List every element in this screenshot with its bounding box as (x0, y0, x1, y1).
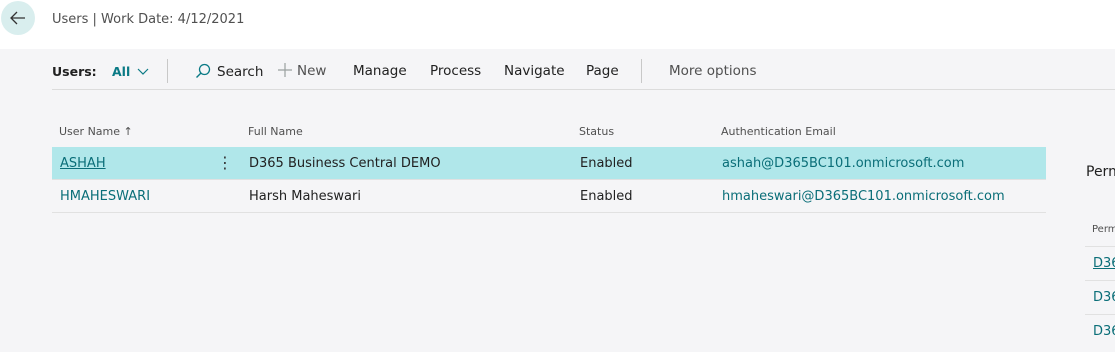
view-filter-dropdown[interactable]: All (112, 64, 149, 79)
user-name-link[interactable]: HMAHESWARI (60, 189, 150, 204)
column-header-full-name[interactable]: Full Name (248, 125, 303, 138)
more-options-button[interactable]: More options (669, 63, 756, 79)
full-name-cell: D365 Business Central DEMO (249, 156, 441, 171)
chevron-down-icon (137, 68, 149, 75)
page-title: Users | Work Date: 4/12/2021 (52, 12, 245, 27)
divider (641, 59, 642, 83)
email-cell[interactable]: hmaheswari@D365BC101.onmicrosoft.com (722, 189, 1005, 204)
users-list: User Name ↑ Full Name Status Authenticat… (52, 118, 1046, 213)
column-header-status[interactable]: Status (579, 125, 614, 138)
column-header-authentication-email[interactable]: Authentication Email (721, 125, 836, 138)
permission-set-link[interactable]: D36 (1093, 256, 1115, 271)
factbox-column-header: Perm (1092, 224, 1115, 235)
search-label: Search (217, 64, 264, 80)
sort-ascending-icon: ↑ (123, 125, 133, 138)
table-header: User Name ↑ Full Name Status Authenticat… (52, 118, 1046, 147)
permission-set-link[interactable]: D36 (1093, 324, 1115, 339)
list-item[interactable]: D36 (1085, 280, 1115, 314)
table-row[interactable]: ASHAH ⋮ D365 Business Central DEMO Enabl… (52, 147, 1046, 180)
back-button[interactable] (1, 1, 35, 35)
list-item[interactable]: D36 (1085, 246, 1115, 280)
new-button[interactable]: New (278, 63, 326, 79)
arrow-left-icon (10, 11, 25, 25)
user-name-link[interactable]: ASHAH (60, 156, 106, 171)
process-menu[interactable]: Process (430, 63, 481, 79)
navigate-menu[interactable]: Navigate (504, 63, 565, 79)
column-header-user-name[interactable]: User Name ↑ (59, 125, 133, 138)
vertical-ellipsis-icon[interactable]: ⋮ (217, 153, 233, 172)
view-filter-value: All (112, 64, 131, 79)
page-menu[interactable]: Page (586, 63, 619, 79)
filter-label: Users: (52, 64, 97, 79)
new-label: New (297, 63, 327, 79)
list-item[interactable]: D36 (1085, 314, 1115, 348)
status-cell: Enabled (580, 189, 633, 204)
title-bar: Users | Work Date: 4/12/2021 (0, 0, 1115, 49)
full-name-cell: Harsh Maheswari (249, 189, 361, 204)
search-button[interactable]: Search (195, 63, 263, 80)
plus-icon (278, 63, 292, 77)
permissions-factbox: Perm Perm D36 D36 D36 (1085, 160, 1115, 352)
status-cell: Enabled (580, 156, 633, 171)
divider (167, 59, 168, 83)
search-icon (196, 63, 211, 78)
permission-set-link[interactable]: D36 (1093, 290, 1115, 305)
table-row[interactable]: HMAHESWARI Harsh Maheswari Enabled hmahe… (52, 180, 1046, 213)
action-bar: Users: All Search New Manage Process Nav… (52, 52, 1115, 90)
email-cell[interactable]: ashah@D365BC101.onmicrosoft.com (722, 156, 964, 171)
manage-menu[interactable]: Manage (353, 63, 407, 79)
factbox-title: Perm (1086, 164, 1115, 180)
